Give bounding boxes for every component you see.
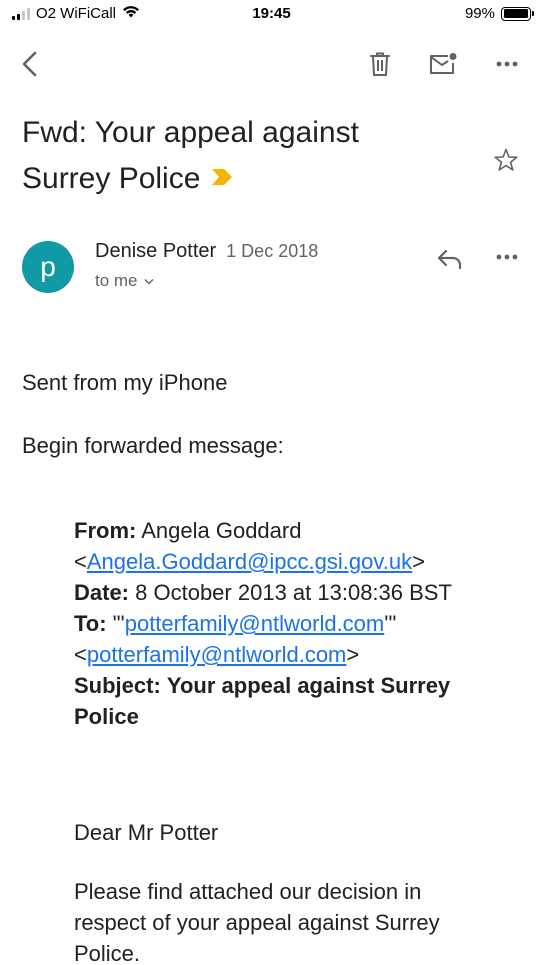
status-time: 19:45 xyxy=(252,5,291,22)
fwd-to-email-link-1[interactable]: potterfamily@ntlworld.com xyxy=(125,611,385,636)
sent-date: 1 Dec 2018 xyxy=(226,241,319,261)
battery-percent: 99% xyxy=(464,5,495,22)
body-signature: Sent from my iPhone xyxy=(22,370,228,395)
recipient-details-toggle[interactable]: to me xyxy=(95,271,318,291)
email-subject: Fwd: Your appeal against Surrey Police xyxy=(22,110,442,202)
back-button[interactable] xyxy=(10,44,50,84)
fwd-from-email-link[interactable]: Angela.Goddard@ipcc.gsi.gov.uk xyxy=(87,549,412,574)
sender-block: Denise Potter 1 Dec 2018 to me xyxy=(95,240,318,291)
fwd-date-label: Date: xyxy=(74,580,130,605)
importance-marker-icon[interactable] xyxy=(210,154,234,200)
chevron-down-icon xyxy=(144,278,154,284)
fwd-subject-label: Subject: xyxy=(74,673,161,698)
message-more-button[interactable] xyxy=(487,239,527,275)
more-horizontal-icon xyxy=(496,61,518,67)
star-button[interactable] xyxy=(488,142,524,178)
mark-unread-button[interactable] xyxy=(423,44,463,84)
subject-row: Fwd: Your appeal against Surrey Police xyxy=(22,110,522,202)
fwd-to-label: To: xyxy=(74,611,107,636)
fwd-from-label: From: xyxy=(74,518,137,543)
fwd-from-line: From: Angela Goddard <Angela.Goddard@ipcc… xyxy=(74,518,425,574)
delete-button[interactable] xyxy=(360,44,400,84)
fwd-to-line: To: "'potterfamily@ntlworld.com'" <potter… xyxy=(74,611,397,667)
mail-unread-icon xyxy=(430,53,457,74)
fwd-date-value: 8 October 2013 at 13:08:36 BST xyxy=(135,580,452,605)
more-horizontal-icon xyxy=(496,254,518,260)
battery-icon xyxy=(501,6,534,21)
fwd-to-email-link-2[interactable]: potterfamily@ntlworld.com xyxy=(87,642,347,667)
more-options-button[interactable] xyxy=(487,44,527,84)
email-toolbar xyxy=(0,38,543,88)
body-forward-header: Begin forwarded message: xyxy=(22,433,284,458)
forwarded-header-block: From: Angela Goddard <Angela.Goddard@ipcc… xyxy=(74,515,514,732)
sender-name[interactable]: Denise Potter xyxy=(95,240,216,263)
to-label: to me xyxy=(95,271,138,290)
subject-text: Fwd: Your appeal against Surrey Police xyxy=(22,116,359,195)
status-right: 99% xyxy=(464,5,534,22)
body-paragraph: Please find attached our decision in res… xyxy=(74,879,440,965)
reply-icon xyxy=(437,249,462,269)
chevron-left-icon xyxy=(22,51,37,77)
sender-line: Denise Potter 1 Dec 2018 xyxy=(95,240,318,263)
fwd-to-prefix: "' xyxy=(112,611,125,636)
star-icon xyxy=(494,148,518,171)
fwd-date-line: Date: 8 October 2013 at 13:08:36 BST xyxy=(74,577,514,608)
trash-icon xyxy=(370,52,390,76)
reply-button[interactable] xyxy=(430,241,470,277)
fwd-from-name: Angela Goddard xyxy=(141,518,302,543)
sender-avatar[interactable]: p xyxy=(22,241,74,293)
status-bar: O2 WiFiCall 19:45 99% xyxy=(0,0,543,30)
fwd-to-suffix: '" xyxy=(384,611,397,636)
fwd-subject-line: Subject: Your appeal against Surrey Poli… xyxy=(74,670,514,732)
body-greeting: Dear Mr Potter xyxy=(74,820,219,845)
